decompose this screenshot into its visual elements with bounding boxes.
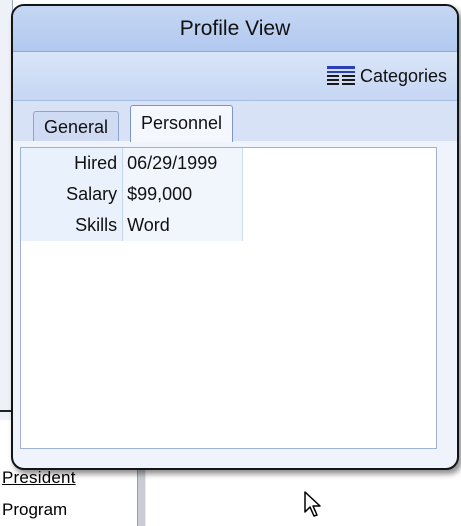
- tab-personnel[interactable]: Personnel: [130, 105, 234, 142]
- property-value[interactable]: 06/29/1999: [122, 148, 243, 179]
- categories-button[interactable]: Categories: [326, 62, 447, 90]
- popup-title: Profile View: [13, 6, 457, 52]
- tab-bar: General Personnel: [13, 101, 457, 142]
- categories-label: Categories: [359, 65, 447, 86]
- property-label: Hired: [21, 148, 124, 179]
- property-label: Salary: [21, 179, 124, 210]
- personnel-properties-panel: Hired 06/29/1999 Salary $99,000 Skills W…: [20, 147, 437, 449]
- properties-table: Hired 06/29/1999 Salary $99,000 Skills W…: [21, 148, 243, 241]
- property-label: Skills: [21, 210, 124, 241]
- property-row-skills: Skills Word: [21, 210, 243, 241]
- tab-general[interactable]: General: [33, 111, 120, 141]
- background-text-program: Program: [2, 500, 68, 519]
- property-row-salary: Salary $99,000: [21, 179, 243, 210]
- popup-toolbar: Categories: [13, 52, 457, 101]
- property-value[interactable]: Word: [122, 210, 243, 241]
- background-link-president[interactable]: President: [2, 468, 76, 488]
- property-value[interactable]: $99,000: [122, 179, 243, 210]
- categories-list-icon: [326, 66, 355, 85]
- mouse-pointer-icon: [304, 491, 321, 517]
- background-splitter[interactable]: [137, 466, 146, 526]
- property-row-hired: Hired 06/29/1999: [21, 148, 243, 179]
